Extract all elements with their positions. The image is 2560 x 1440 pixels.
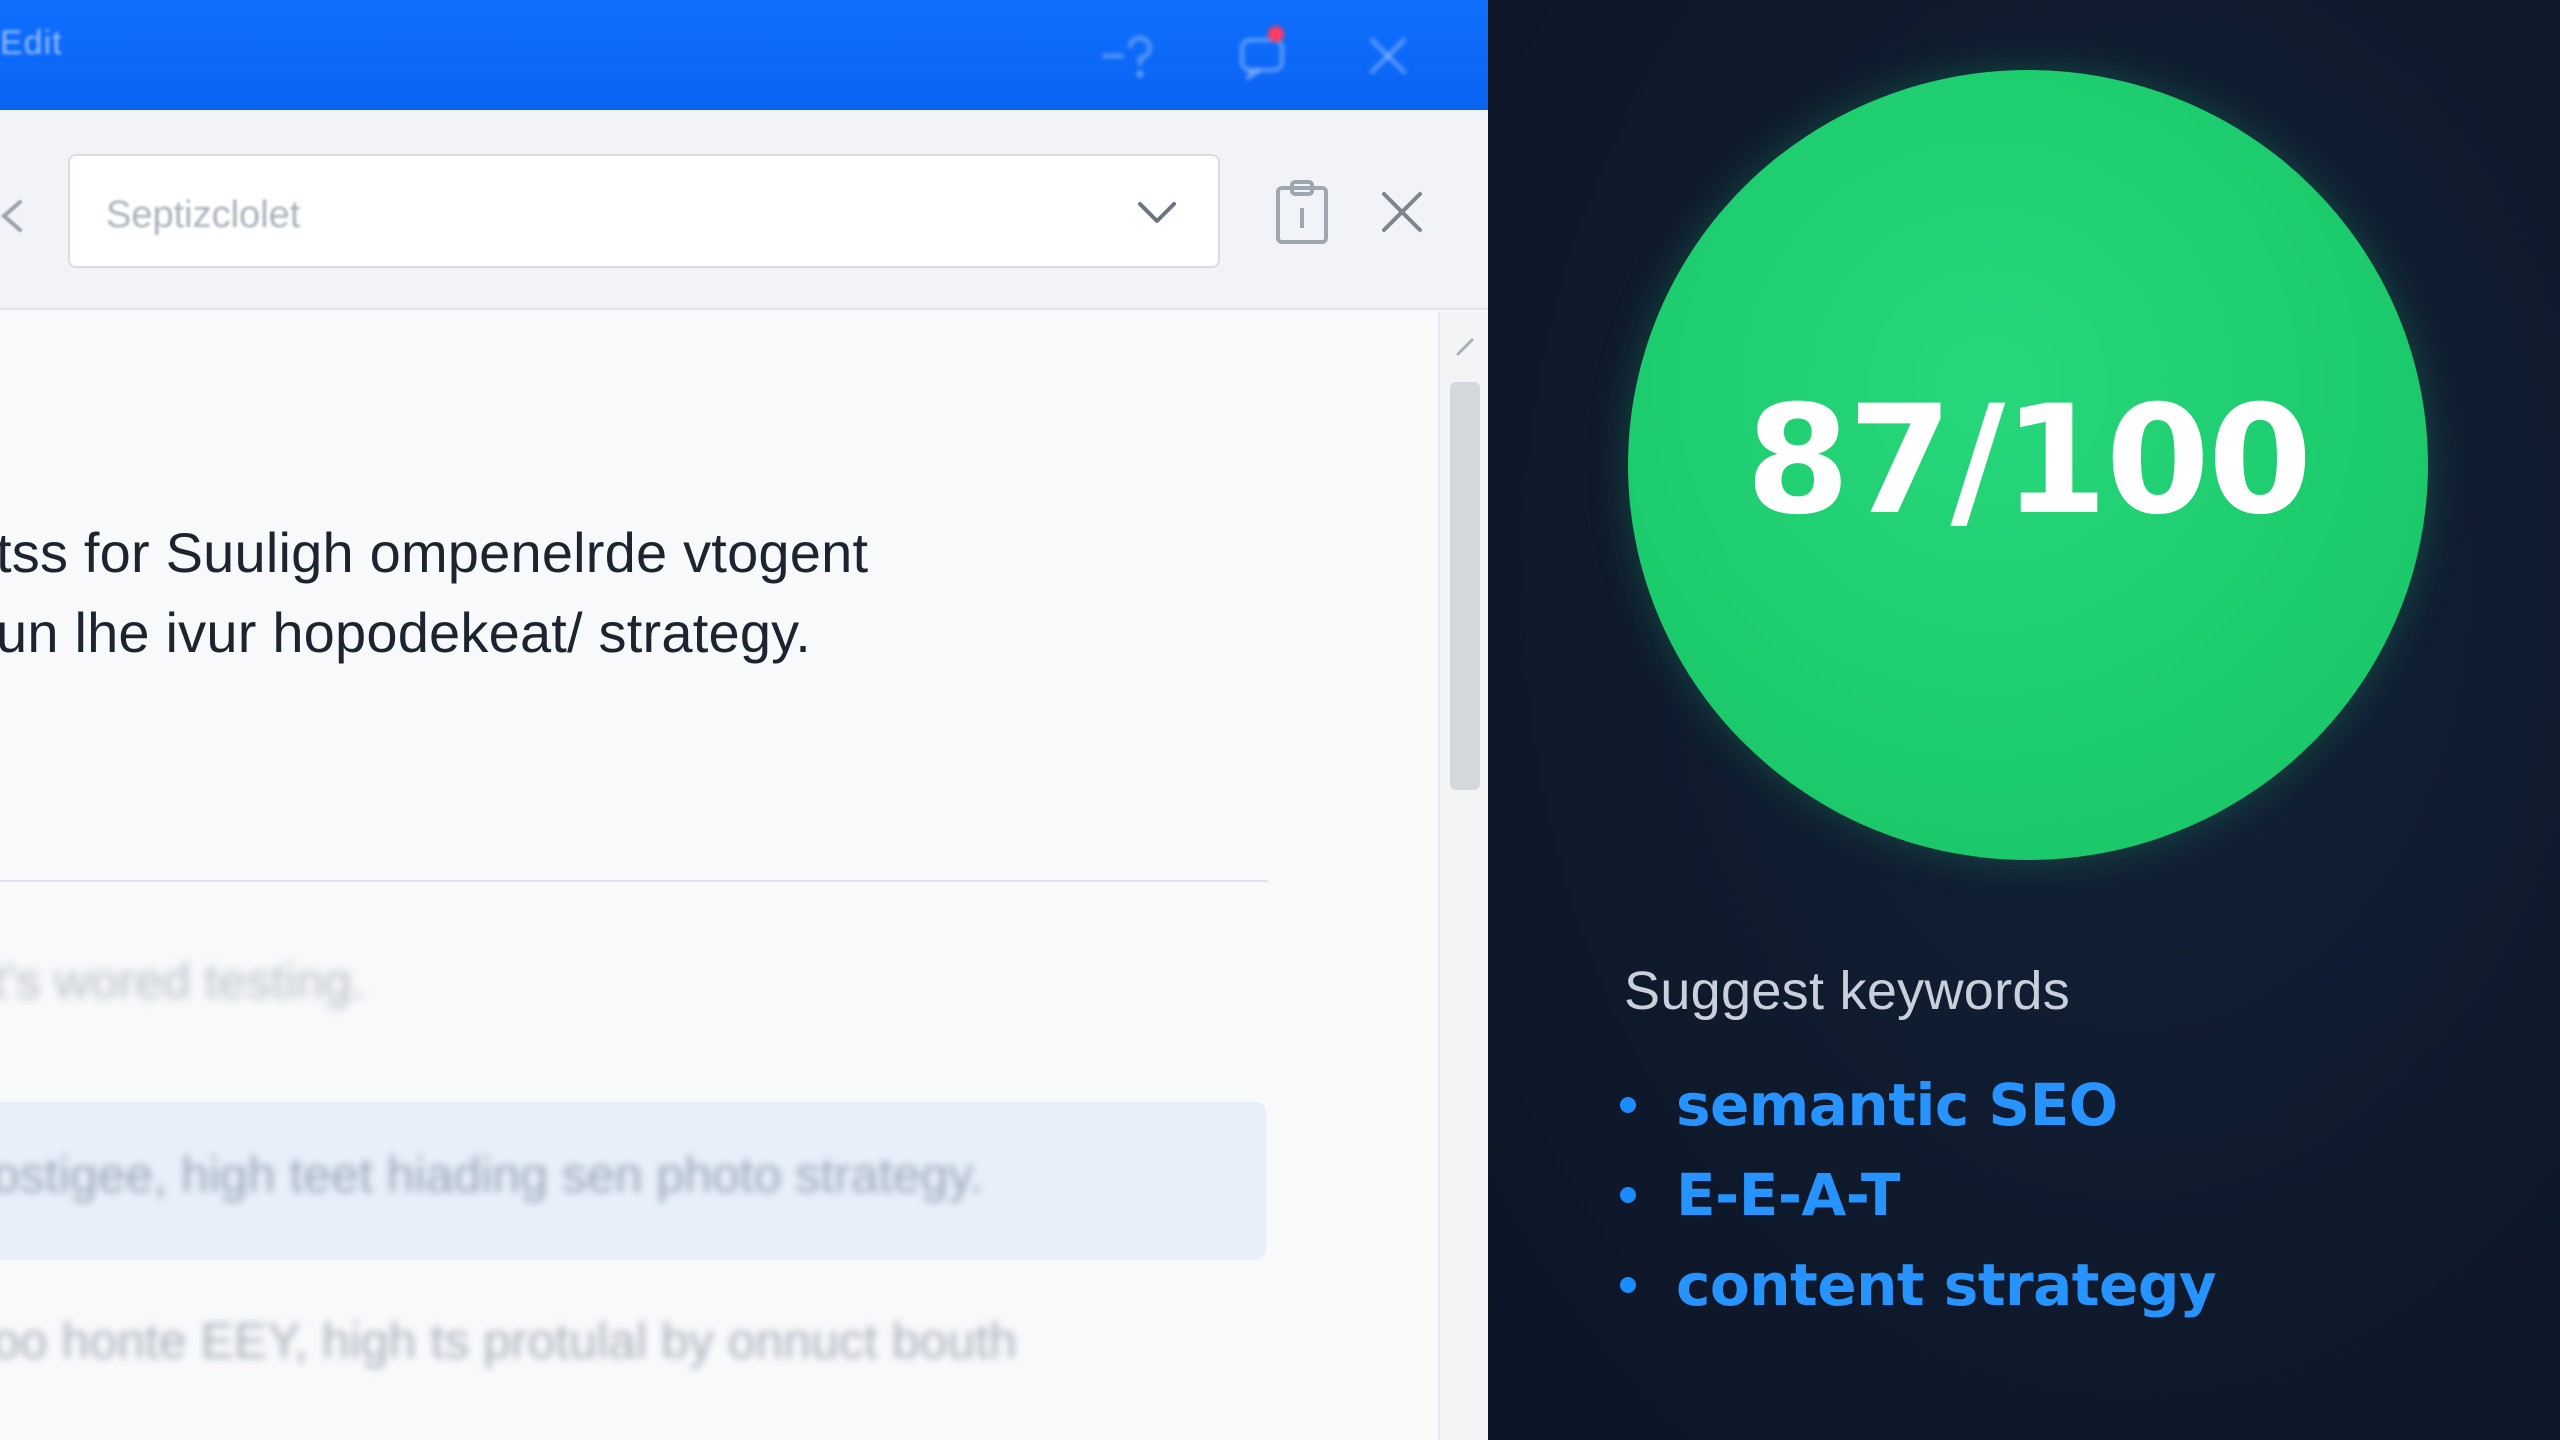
- score-value: 87/100: [1745, 374, 2313, 548]
- toolbar: Septizclolet: [0, 110, 1488, 310]
- bullet-icon: [1620, 1097, 1636, 1113]
- chevron-left-icon[interactable]: [0, 192, 30, 240]
- help-icon[interactable]: [1088, 16, 1168, 96]
- keyword-item[interactable]: semantic SEO: [1620, 1060, 2216, 1150]
- chevron-down-icon: [1134, 194, 1180, 232]
- scrollbar-thumb[interactable]: [1450, 382, 1480, 790]
- suggest-keywords-heading: Suggest keywords: [1624, 961, 2071, 1021]
- suggestion-line: t's wored testing.: [0, 953, 366, 1009]
- notification-badge: [1268, 26, 1284, 42]
- keyword-text: semantic SEO: [1676, 1071, 2118, 1139]
- seo-score-panel: 87/100 Suggest keywords semantic SEO E-E…: [1488, 0, 2560, 1440]
- clipboard-icon[interactable]: [1272, 178, 1332, 246]
- suggestion-line: oo honte EEY, high ts protulal by onnuct…: [0, 1313, 1017, 1369]
- vertical-scrollbar[interactable]: [1438, 312, 1488, 1440]
- notification-icon[interactable]: [1222, 16, 1302, 96]
- window-close-icon[interactable]: [1348, 16, 1428, 96]
- content-divider: [0, 880, 1268, 882]
- bullet-icon: [1620, 1187, 1636, 1203]
- keyword-item[interactable]: E-E-A-T: [1620, 1150, 2216, 1240]
- content-text-line: tss for Suuligh ompenelrde vtogent: [0, 521, 869, 584]
- keyword-text: E-E-A-T: [1676, 1161, 1900, 1229]
- suggestion-line-highlighted: ostigee, high teet hiading sen photo str…: [0, 1147, 984, 1203]
- score-circle: 87/100: [1628, 70, 2428, 860]
- keyword-text: content strategy: [1676, 1251, 2217, 1319]
- template-select[interactable]: Septizclolet: [68, 154, 1220, 268]
- app-root: Edit Septizclolet tss for Suuligh ompene…: [0, 0, 2560, 1440]
- keyword-item[interactable]: content strategy: [1620, 1240, 2217, 1330]
- content-text-line: un lhe ivur hopodekeat/ strategy.: [0, 601, 811, 664]
- editor-content[interactable]: tss for Suuligh ompenelrde vtogent un lh…: [0, 312, 1440, 1440]
- keyword-list: semantic SEO E-E-A-T content strategy: [1620, 1060, 2217, 1330]
- bullet-icon: [1620, 1277, 1636, 1293]
- select-value: Septizclolet: [106, 194, 301, 236]
- editor-window: Edit Septizclolet tss for Suuligh ompene…: [0, 0, 1488, 1440]
- window-title: Edit: [0, 24, 63, 62]
- scroll-up-icon[interactable]: [1454, 336, 1476, 358]
- close-icon[interactable]: [1378, 188, 1426, 236]
- title-bar: Edit: [0, 0, 1488, 110]
